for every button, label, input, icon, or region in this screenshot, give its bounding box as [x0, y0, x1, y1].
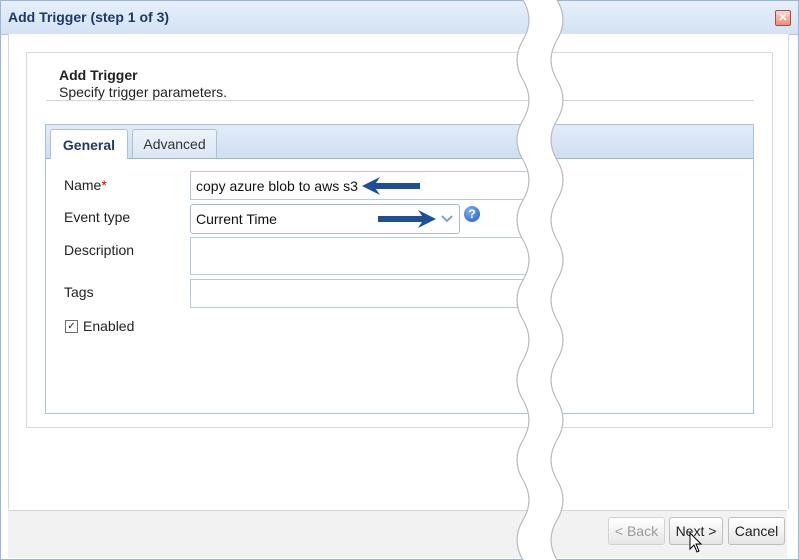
tags-field[interactable] — [190, 279, 530, 308]
required-mark: * — [101, 177, 107, 193]
annotation-arrow-left-icon — [362, 177, 420, 195]
name-input[interactable]: copy azure blob to aws s3 — [190, 171, 530, 200]
event-type-value: Current Time — [196, 211, 277, 227]
tab-advanced[interactable]: Advanced — [132, 129, 217, 158]
annotation-arrow-right-icon — [378, 210, 436, 228]
pointer-cursor-icon — [689, 532, 703, 553]
cancel-button[interactable]: Cancel — [728, 517, 785, 545]
name-label-text: Name — [64, 177, 102, 193]
torn-edge-break — [516, 0, 564, 560]
enabled-checkbox[interactable]: ✓ — [65, 320, 78, 333]
header-divider — [46, 100, 754, 101]
back-button[interactable]: < Back — [608, 517, 665, 545]
section-subtitle: Specify trigger parameters. — [59, 84, 228, 100]
name-label: Name* — [64, 177, 107, 193]
help-icon[interactable]: ? — [464, 206, 480, 222]
section-title: Add Trigger — [59, 67, 138, 83]
dialog-titlebar[interactable]: Add Trigger (step 1 of 3) ✕ — [1, 1, 798, 35]
close-icon[interactable]: ✕ — [775, 10, 791, 26]
dialog-title: Add Trigger (step 1 of 3) — [8, 9, 170, 25]
chevron-down-icon[interactable] — [437, 210, 457, 228]
tags-label: Tags — [64, 284, 94, 300]
description-field[interactable] — [190, 237, 530, 275]
enabled-label: Enabled — [83, 318, 135, 334]
tab-general[interactable]: General — [50, 129, 128, 159]
event-type-label: Event type — [64, 209, 131, 225]
description-label: Description — [64, 242, 135, 258]
